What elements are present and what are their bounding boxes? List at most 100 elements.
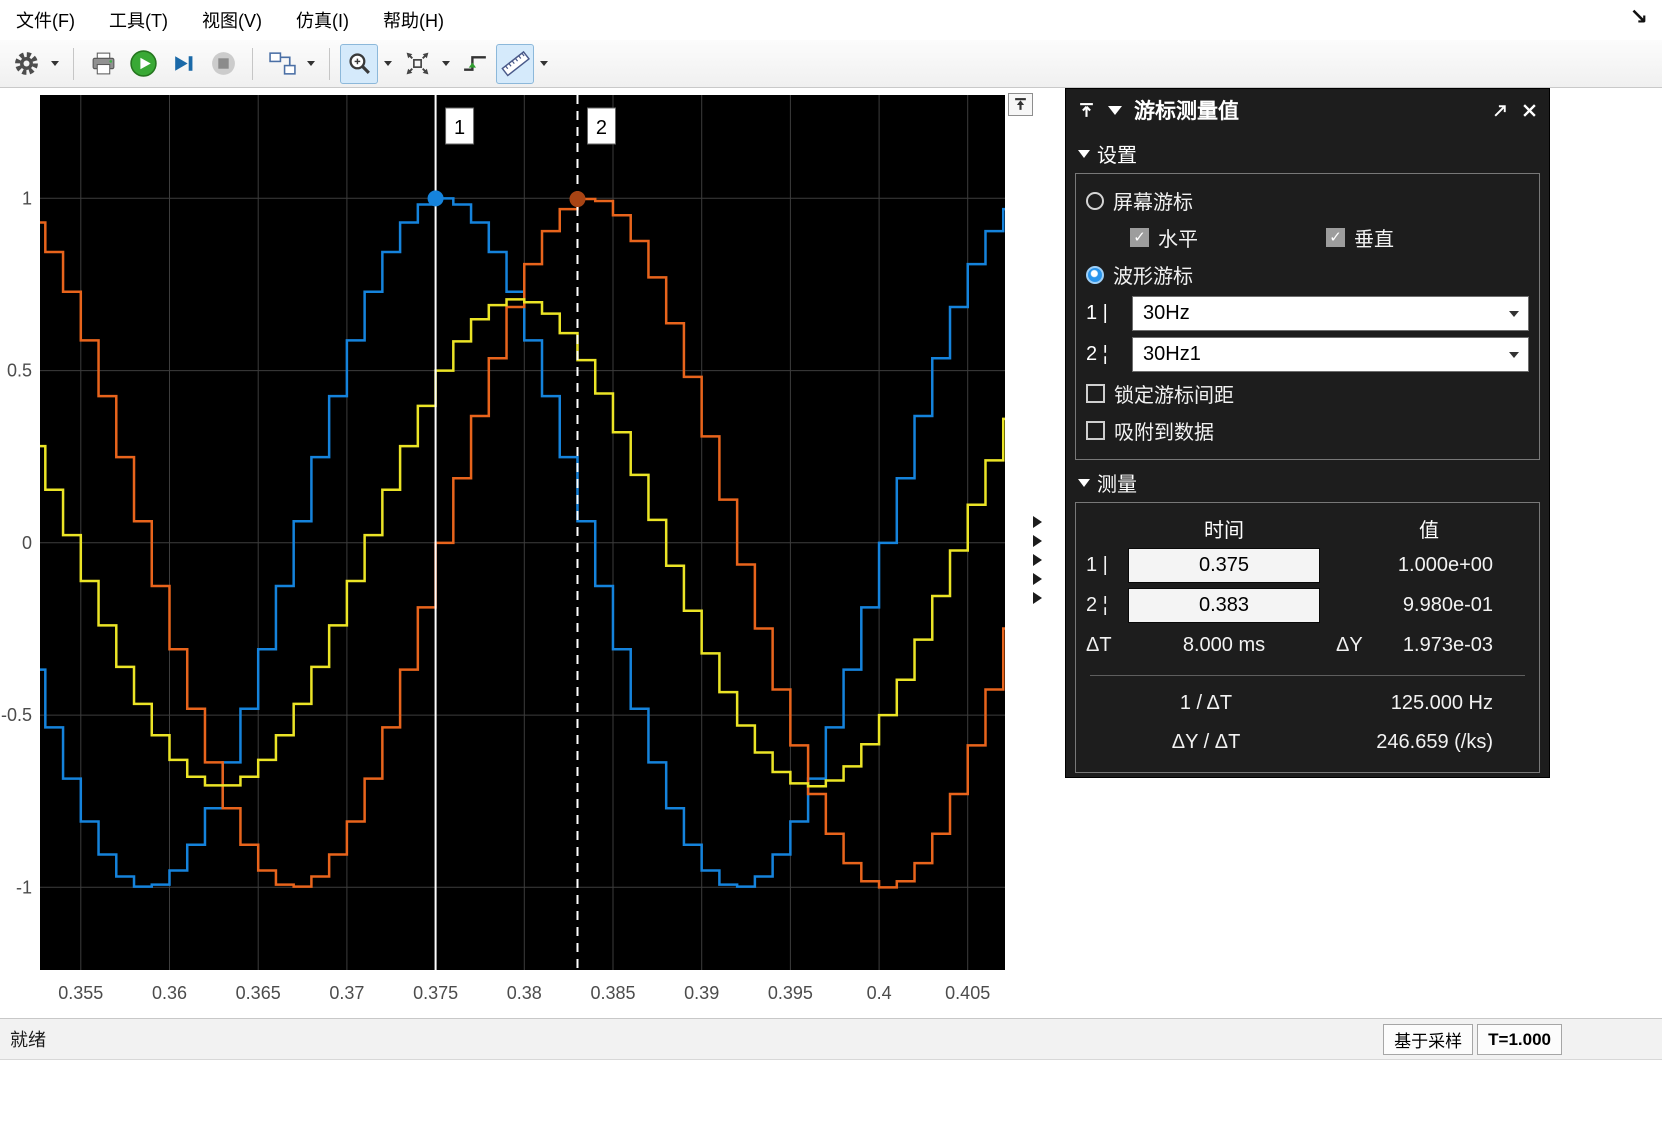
toolbar-separator [252, 47, 253, 80]
menu-help[interactable]: 帮助(H) [383, 7, 444, 33]
float-panel-icon[interactable] [1490, 100, 1510, 120]
cursor-measurements-dropdown[interactable] [536, 44, 552, 84]
cursor1-time-field[interactable] [1128, 547, 1320, 583]
x-tick-label: 0.355 [58, 983, 103, 1003]
cursor-2-marker[interactable] [569, 191, 586, 208]
pin-panel-icon[interactable] [1076, 100, 1096, 120]
screen-cursors-radio[interactable] [1086, 191, 1104, 210]
cursor1-source-select[interactable]: 30Hz [1132, 296, 1529, 331]
settings-section-header[interactable]: 设置 [1078, 139, 1549, 168]
x-tick-label: 0.37 [329, 983, 364, 1003]
delta-row: ΔT 8.000 ms ΔY 1.973e-03 [1086, 625, 1529, 665]
settings-group: 屏幕游标 ✓ 水平 ✓ 垂直 波形游标 1 | 30Hz 2 ¦ 30Hz1 锁… [1075, 173, 1540, 460]
cursor1-measurement-row: 1 | 1.000e+00 [1086, 545, 1529, 585]
trigger-button[interactable] [456, 44, 494, 84]
print-button[interactable] [84, 44, 122, 84]
delta-y-label: ΔY [1336, 633, 1363, 656]
screen-cursors-label: 屏幕游标 [1113, 192, 1193, 214]
trigger-icon [461, 50, 490, 77]
cursor1-source-value: 30Hz [1143, 302, 1190, 324]
y-tick-label: 0 [22, 533, 32, 553]
axes-background [40, 95, 1005, 970]
toolbar-separator [73, 47, 74, 80]
menu-bar: 文件(F) 工具(T) 视图(V) 仿真(I) 帮助(H) ↘ [0, 0, 1662, 40]
collapse-panel-icon[interactable] [1105, 100, 1125, 120]
sample-mode-indicator: 基于采样 [1383, 1024, 1474, 1055]
configuration-dropdown[interactable] [47, 44, 63, 84]
menu-simulate[interactable]: 仿真(I) [296, 7, 349, 33]
vertical-label: 垂直 [1354, 229, 1394, 251]
x-tick-label: 0.36 [152, 983, 187, 1003]
x-tick-label: 0.39 [684, 983, 719, 1003]
delta-t-value: 8.000 ms [1182, 633, 1266, 656]
chevron-down-icon [442, 61, 450, 66]
delta-y-value: 1.973e-03 [1402, 633, 1493, 656]
chevron-down-icon [307, 61, 315, 66]
panel-splitter[interactable] [1033, 516, 1042, 604]
stop-button[interactable] [204, 44, 242, 84]
snap-to-data-label: 吸附到数据 [1114, 422, 1214, 444]
scope-plot[interactable]: 1 2 0.355 0.36 0.365 0.37 0.375 0.38 0.385 0.39 0.… [0, 88, 1060, 1010]
y-tick-label: 0.5 [7, 361, 32, 381]
menu-view[interactable]: 视图(V) [202, 7, 262, 33]
cursor2-time-field[interactable] [1128, 587, 1320, 623]
dock-icon[interactable]: ↘ [1630, 4, 1648, 30]
fit-to-view-button[interactable] [398, 44, 436, 84]
cursor-1-marker[interactable] [427, 190, 444, 207]
cursor2-source-select[interactable]: 30Hz1 [1132, 337, 1529, 372]
horizontal-checkbox[interactable]: ✓ [1130, 228, 1149, 247]
splitter-arrow-icon [1033, 516, 1042, 528]
horizontal-label: 水平 [1158, 229, 1198, 251]
y-tick-label: 1 [22, 188, 32, 208]
status-text: 就绪 [10, 1030, 46, 1050]
cursor2-measurement-row: 2 ¦ 9.980e-01 [1086, 585, 1529, 625]
ruler-icon [500, 50, 530, 77]
splitter-arrow-icon [1033, 554, 1042, 566]
step-forward-button[interactable] [164, 44, 202, 84]
run-button[interactable] [124, 44, 162, 84]
x-tick-label: 0.365 [236, 983, 281, 1003]
toolbar [0, 40, 1662, 88]
status-bar: 就绪 基于采样 T=1.000 [0, 1018, 1662, 1060]
menu-file[interactable]: 文件(F) [16, 7, 75, 33]
measurements-section-header[interactable]: 测量 [1078, 468, 1549, 497]
zoom-button[interactable] [340, 43, 378, 84]
step-forward-icon [170, 50, 197, 77]
fit-dropdown[interactable] [438, 44, 454, 84]
dy-over-dt-value: 246.659 (/ks) [1376, 731, 1493, 753]
x-tick-label: 0.385 [590, 983, 635, 1003]
x-tick-label: 0.375 [413, 983, 458, 1003]
splitter-arrow-icon [1033, 573, 1042, 585]
cursor2-source-value: 30Hz1 [1143, 343, 1201, 365]
highlight-simulink-block-button[interactable] [263, 44, 301, 84]
cursor-measurements-button[interactable] [496, 43, 534, 84]
vertical-checkbox[interactable]: ✓ [1326, 228, 1345, 247]
x-tick-label: 0.4 [867, 983, 892, 1003]
waveform-cursors-radio[interactable] [1086, 265, 1104, 284]
panel-title: 游标测量值 [1134, 100, 1239, 123]
measurements-header-row: 时间 值 [1086, 511, 1529, 545]
one-over-dt-value: 125.000 Hz [1390, 692, 1493, 714]
chevron-down-icon [384, 61, 392, 66]
cursor-measurements-panel: 游标测量值 设置 屏幕游标 ✓ 水平 ✓ 垂直 波形游标 1 | 30Hz 2 … [1065, 88, 1550, 778]
chevron-down-icon [1509, 352, 1519, 358]
hierarchy-icon [268, 50, 297, 77]
highlight-dropdown[interactable] [303, 44, 319, 84]
cursor-1-flag-text: 1 [454, 117, 465, 139]
lock-cursor-spacing-checkbox[interactable]: ✓ [1086, 384, 1105, 403]
configuration-button[interactable] [7, 44, 45, 84]
maximize-plot-button[interactable] [1008, 93, 1033, 116]
value-column-header: 值 [1419, 519, 1439, 542]
close-panel-icon[interactable] [1519, 100, 1539, 120]
lock-cursor-spacing-label: 锁定游标间距 [1114, 385, 1234, 407]
chevron-down-icon [1509, 311, 1519, 317]
x-tick-label: 0.395 [768, 983, 813, 1003]
fit-view-icon [404, 50, 431, 77]
menu-tools[interactable]: 工具(T) [109, 7, 168, 33]
time-column-header: 时间 [1204, 519, 1244, 542]
zoom-dropdown[interactable] [380, 44, 396, 84]
maximize-plot-icon [1013, 97, 1028, 112]
toolbar-separator [329, 47, 330, 80]
frequency-row: 1 / ΔT 125.000 Hz [1086, 684, 1529, 723]
snap-to-data-checkbox[interactable]: ✓ [1086, 421, 1105, 440]
